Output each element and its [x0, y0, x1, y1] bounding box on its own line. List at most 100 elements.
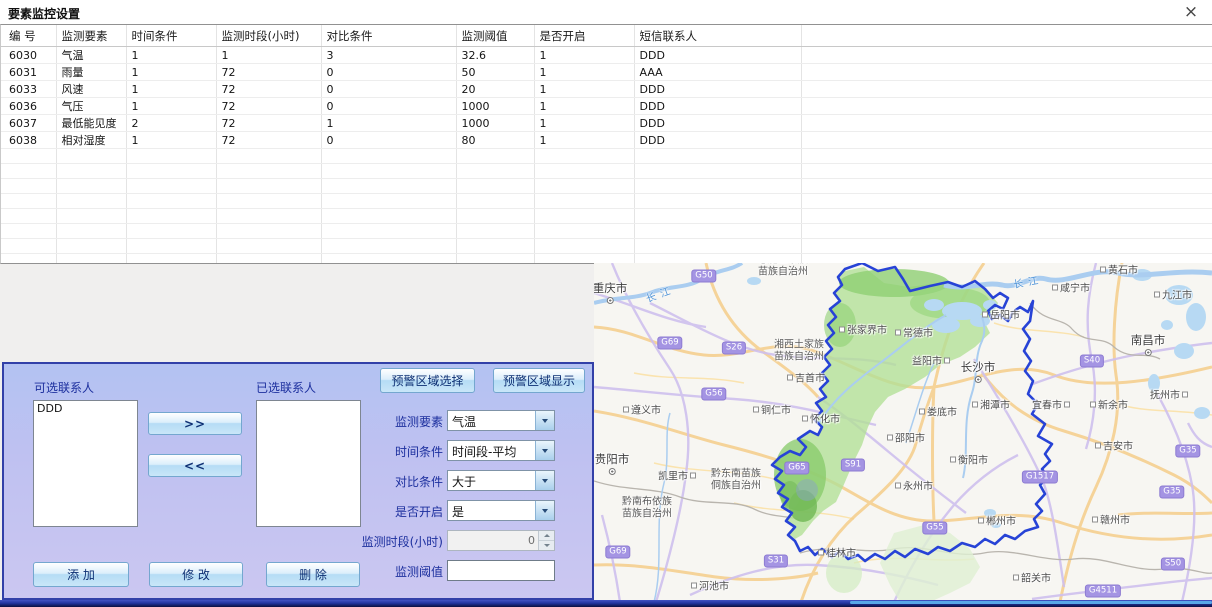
- table-cell: [534, 239, 634, 254]
- column-header[interactable]: 是否开启: [534, 25, 634, 47]
- table-row[interactable]: 6033风速1720201DDD: [1, 81, 1212, 98]
- table-cell: 1: [321, 115, 456, 132]
- table-row[interactable]: 6031雨量1720501AAA: [1, 64, 1212, 81]
- table-row[interactable]: 6036气压172010001DDD: [1, 98, 1212, 115]
- table-cell: 1: [534, 132, 634, 149]
- capital-marker-icon: [607, 297, 614, 304]
- city-marker-icon: [978, 517, 984, 523]
- chevron-down-icon[interactable]: [535, 441, 554, 460]
- table-cell: DDD: [634, 132, 801, 149]
- table-cell: [801, 81, 1212, 98]
- table-cell: [456, 239, 534, 254]
- map-city-label: 韶关市: [1013, 570, 1051, 585]
- column-header[interactable]: 监测要素: [56, 25, 126, 47]
- table-cell: 相对湿度: [56, 132, 126, 149]
- table-row[interactable]: 6030气温11332.61DDD: [1, 47, 1212, 64]
- table-cell: 6030: [1, 47, 56, 64]
- chevron-down-icon[interactable]: [535, 411, 554, 430]
- table-cell: 32.6: [456, 47, 534, 64]
- table-cell: [456, 224, 534, 239]
- road-badge: G1517: [1022, 471, 1058, 484]
- map-city-label: 岳阳市: [982, 307, 1020, 322]
- map-city-label: 怀化市: [802, 411, 840, 426]
- table-row-empty[interactable]: [1, 239, 1212, 254]
- map-city-label: 郴州市: [978, 513, 1016, 528]
- table-cell: DDD: [634, 98, 801, 115]
- monitor-element-select[interactable]: 气温: [447, 410, 555, 431]
- map-city-label: 遵义市: [623, 402, 661, 417]
- map-district-label: 恩施土家族苗族自治州: [758, 263, 808, 278]
- table-row-empty[interactable]: [1, 194, 1212, 209]
- compare-condition-select[interactable]: 大于: [447, 470, 555, 491]
- column-header[interactable]: 时间条件: [126, 25, 216, 47]
- table-cell: [126, 239, 216, 254]
- city-marker-icon: [1064, 401, 1070, 407]
- table-cell: [634, 224, 801, 239]
- settings-panel: 可选联系人 已选联系人 DDD >> << 添 加 修 改 删 除 预警区域选择…: [2, 362, 594, 600]
- city-marker-icon: [1182, 391, 1188, 397]
- table-cell: [321, 209, 456, 224]
- table-cell: [634, 179, 801, 194]
- close-icon[interactable]: ×: [1180, 1, 1202, 23]
- table-cell: 6038: [1, 132, 56, 149]
- city-marker-icon: [895, 482, 901, 488]
- table-cell: 80: [456, 132, 534, 149]
- table-cell: [126, 149, 216, 164]
- column-header[interactable]: 短信联系人: [634, 25, 801, 47]
- table-cell: [216, 149, 321, 164]
- table-cell: 1: [534, 115, 634, 132]
- chevron-down-icon[interactable]: [535, 471, 554, 490]
- warn-area-select-button[interactable]: 预警区域选择: [380, 368, 475, 393]
- table-cell: [56, 194, 126, 209]
- table-cell: [321, 239, 456, 254]
- enabled-label: 是否开启: [273, 503, 443, 520]
- table-cell: [1, 194, 56, 209]
- warn-area-display-button[interactable]: 预警区域显示: [493, 368, 585, 393]
- table-cell: 72: [216, 64, 321, 81]
- column-header[interactable]: 监测时段(小时): [216, 25, 321, 47]
- table-cell: AAA: [634, 64, 801, 81]
- map-view[interactable]: 重庆市遵义市贵阳市凯里市河池市桂林市韶关市郴州市赣州市吉安市永州市衡阳市邵阳市娄…: [594, 263, 1212, 602]
- table-cell: [321, 224, 456, 239]
- monitoring-table-grid: 编 号监测要素时间条件监测时段(小时)对比条件监测阈值是否开启短信联系人 603…: [1, 25, 1212, 264]
- table-cell: 雨量: [56, 64, 126, 81]
- map-city-label: 宜春市: [1032, 397, 1070, 412]
- map-city-label: 抚州市: [1150, 387, 1188, 402]
- table-cell: [1, 164, 56, 179]
- column-header[interactable]: [801, 25, 1212, 47]
- table-cell: [321, 254, 456, 265]
- table-row-empty[interactable]: [1, 224, 1212, 239]
- table-row-empty[interactable]: [1, 149, 1212, 164]
- period-hours-spinner[interactable]: 0: [447, 530, 555, 551]
- monitoring-table[interactable]: 编 号监测要素时间条件监测时段(小时)对比条件监测阈值是否开启短信联系人 603…: [0, 24, 1212, 264]
- map-city-label: 湘潭市: [972, 397, 1010, 412]
- column-header[interactable]: 编 号: [1, 25, 56, 47]
- map-city-label: 新余市: [1090, 397, 1128, 412]
- enabled-select[interactable]: 是: [447, 500, 555, 521]
- table-row-empty[interactable]: [1, 164, 1212, 179]
- table-cell: [216, 194, 321, 209]
- chevron-down-icon[interactable]: [535, 501, 554, 520]
- road-badge: G35: [1175, 445, 1200, 458]
- table-cell: 1: [126, 81, 216, 98]
- column-header[interactable]: 对比条件: [321, 25, 456, 47]
- table-row[interactable]: 6038相对湿度1720801DDD: [1, 132, 1212, 149]
- spin-down-icon[interactable]: [539, 541, 554, 550]
- road-badge: G55: [922, 522, 947, 535]
- table-cell: 72: [216, 81, 321, 98]
- time-condition-select[interactable]: 时间段-平均: [447, 440, 555, 461]
- table-cell: 0: [321, 132, 456, 149]
- city-marker-icon: [895, 329, 901, 335]
- spin-up-icon[interactable]: [539, 531, 554, 541]
- table-cell: [126, 254, 216, 265]
- table-row-empty[interactable]: [1, 179, 1212, 194]
- table-row[interactable]: 6037最低能见度272110001DDD: [1, 115, 1212, 132]
- table-cell: 20: [456, 81, 534, 98]
- selected-contacts-label: 已选联系人: [256, 379, 316, 396]
- table-cell: [126, 179, 216, 194]
- map-highway-line: [850, 601, 1212, 604]
- column-header[interactable]: 监测阈值: [456, 25, 534, 47]
- table-cell: [801, 132, 1212, 149]
- table-row-empty[interactable]: [1, 209, 1212, 224]
- threshold-input[interactable]: [447, 560, 555, 581]
